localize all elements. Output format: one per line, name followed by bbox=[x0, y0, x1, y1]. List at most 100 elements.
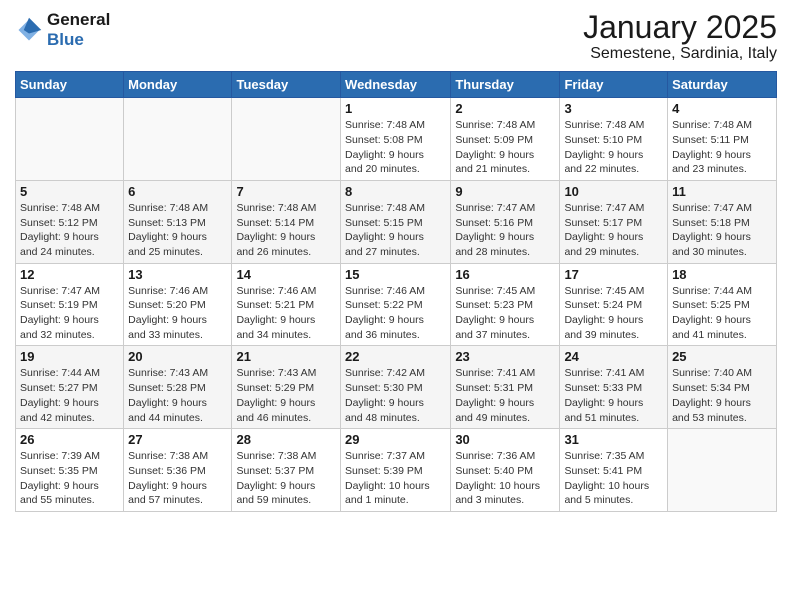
day-info: Sunrise: 7:48 AM Sunset: 5:09 PM Dayligh… bbox=[455, 118, 555, 177]
title-block: January 2025 Semestene, Sardinia, Italy bbox=[583, 10, 777, 63]
day-cell-27: 27Sunrise: 7:38 AM Sunset: 5:36 PM Dayli… bbox=[124, 429, 232, 512]
week-row-4: 19 Sunrise: 7:44 AM Sunset: 5:27 PM Dayli… bbox=[16, 346, 777, 429]
header: General Blue January 2025 Semestene, Sar… bbox=[15, 10, 777, 63]
weekday-header-saturday: Saturday bbox=[668, 72, 777, 98]
day-number: 1 bbox=[345, 101, 446, 116]
day-info: Sunrise: 7:43 AM Sunset: 5:28 PM Dayligh… bbox=[128, 366, 227, 425]
day-cell-24: 24Sunrise: 7:41 AM Sunset: 5:33 PM Dayli… bbox=[560, 346, 668, 429]
day-number: 28 bbox=[236, 432, 336, 447]
day-cell-11: 11Sunrise: 7:47 AM Sunset: 5:18 PM Dayli… bbox=[668, 180, 777, 263]
day-cell-26: 26 Sunrise: 7:39 AM Sunset: 5:35 PM Dayli… bbox=[16, 429, 124, 512]
day-cell-7: 7 Sunrise: 7:48 AM Sunset: 5:14 PM Daylig… bbox=[232, 180, 341, 263]
day-info: Sunrise: 7:44 AM Sunset: 5:27 PM Dayligh… bbox=[20, 366, 119, 425]
day-cell-25: 25Sunrise: 7:40 AM Sunset: 5:34 PM Dayli… bbox=[668, 346, 777, 429]
logo-text: General Blue bbox=[47, 10, 110, 49]
day-number: 4 bbox=[672, 101, 772, 116]
day-info: Sunrise: 7:48 AM Sunset: 5:11 PM Dayligh… bbox=[672, 118, 772, 177]
day-cell-31: 31Sunrise: 7:35 AM Sunset: 5:41 PM Dayli… bbox=[560, 429, 668, 512]
weekday-header-row: SundayMondayTuesdayWednesdayThursdayFrid… bbox=[16, 72, 777, 98]
month-title: January 2025 bbox=[583, 10, 777, 45]
day-info: Sunrise: 7:43 AM Sunset: 5:29 PM Dayligh… bbox=[236, 366, 336, 425]
day-number: 29 bbox=[345, 432, 446, 447]
day-number: 15 bbox=[345, 267, 446, 282]
day-info: Sunrise: 7:36 AM Sunset: 5:40 PM Dayligh… bbox=[455, 449, 555, 508]
day-number: 25 bbox=[672, 349, 772, 364]
day-cell-29: 29 Sunrise: 7:37 AM Sunset: 5:39 PM Dayli… bbox=[341, 429, 451, 512]
day-info: Sunrise: 7:48 AM Sunset: 5:08 PM Dayligh… bbox=[345, 118, 446, 177]
location: Semestene, Sardinia, Italy bbox=[583, 45, 777, 63]
day-cell-23: 23Sunrise: 7:41 AM Sunset: 5:31 PM Dayli… bbox=[451, 346, 560, 429]
day-cell-22: 22 Sunrise: 7:42 AM Sunset: 5:30 PM Dayli… bbox=[341, 346, 451, 429]
day-number: 17 bbox=[564, 267, 663, 282]
day-info: Sunrise: 7:38 AM Sunset: 5:37 PM Dayligh… bbox=[236, 449, 336, 508]
day-number: 11 bbox=[672, 184, 772, 199]
day-cell-12: 12Sunrise: 7:47 AM Sunset: 5:19 PM Dayli… bbox=[16, 263, 124, 346]
day-number: 6 bbox=[128, 184, 227, 199]
day-number: 22 bbox=[345, 349, 446, 364]
day-number: 18 bbox=[672, 267, 772, 282]
day-info: Sunrise: 7:47 AM Sunset: 5:16 PM Dayligh… bbox=[455, 201, 555, 260]
day-number: 5 bbox=[20, 184, 119, 199]
calendar-table: SundayMondayTuesdayWednesdayThursdayFrid… bbox=[15, 71, 777, 512]
day-info: Sunrise: 7:46 AM Sunset: 5:20 PM Dayligh… bbox=[128, 284, 227, 343]
day-cell-16: 16 Sunrise: 7:45 AM Sunset: 5:23 PM Dayli… bbox=[451, 263, 560, 346]
weekday-header-wednesday: Wednesday bbox=[341, 72, 451, 98]
weekday-header-friday: Friday bbox=[560, 72, 668, 98]
day-number: 2 bbox=[455, 101, 555, 116]
day-info: Sunrise: 7:48 AM Sunset: 5:12 PM Dayligh… bbox=[20, 201, 119, 260]
day-info: Sunrise: 7:45 AM Sunset: 5:23 PM Dayligh… bbox=[455, 284, 555, 343]
day-number: 16 bbox=[455, 267, 555, 282]
day-info: Sunrise: 7:47 AM Sunset: 5:17 PM Dayligh… bbox=[564, 201, 663, 260]
day-info: Sunrise: 7:41 AM Sunset: 5:33 PM Dayligh… bbox=[564, 366, 663, 425]
day-cell-21: 21 Sunrise: 7:43 AM Sunset: 5:29 PM Dayli… bbox=[232, 346, 341, 429]
day-info: Sunrise: 7:48 AM Sunset: 5:13 PM Dayligh… bbox=[128, 201, 227, 260]
day-number: 27 bbox=[128, 432, 227, 447]
day-number: 31 bbox=[564, 432, 663, 447]
day-cell-14: 14Sunrise: 7:46 AM Sunset: 5:21 PM Dayli… bbox=[232, 263, 341, 346]
day-cell-17: 17 Sunrise: 7:45 AM Sunset: 5:24 PM Dayli… bbox=[560, 263, 668, 346]
day-info: Sunrise: 7:45 AM Sunset: 5:24 PM Dayligh… bbox=[564, 284, 663, 343]
day-cell-2: 2 Sunrise: 7:48 AM Sunset: 5:09 PM Daylig… bbox=[451, 98, 560, 181]
day-info: Sunrise: 7:37 AM Sunset: 5:39 PM Dayligh… bbox=[345, 449, 446, 508]
weekday-header-tuesday: Tuesday bbox=[232, 72, 341, 98]
day-cell-5: 5 Sunrise: 7:48 AM Sunset: 5:12 PM Daylig… bbox=[16, 180, 124, 263]
day-number: 7 bbox=[236, 184, 336, 199]
week-row-3: 12Sunrise: 7:47 AM Sunset: 5:19 PM Dayli… bbox=[16, 263, 777, 346]
day-number: 21 bbox=[236, 349, 336, 364]
day-cell-15: 15Sunrise: 7:46 AM Sunset: 5:22 PM Dayli… bbox=[341, 263, 451, 346]
week-row-5: 26 Sunrise: 7:39 AM Sunset: 5:35 PM Dayli… bbox=[16, 429, 777, 512]
day-info: Sunrise: 7:46 AM Sunset: 5:21 PM Dayligh… bbox=[236, 284, 336, 343]
weekday-header-thursday: Thursday bbox=[451, 72, 560, 98]
day-cell-18: 18Sunrise: 7:44 AM Sunset: 5:25 PM Dayli… bbox=[668, 263, 777, 346]
day-cell-13: 13 Sunrise: 7:46 AM Sunset: 5:20 PM Dayli… bbox=[124, 263, 232, 346]
empty-cell bbox=[124, 98, 232, 181]
page-container: General Blue January 2025 Semestene, Sar… bbox=[0, 0, 792, 522]
day-number: 9 bbox=[455, 184, 555, 199]
day-cell-28: 28 Sunrise: 7:38 AM Sunset: 5:37 PM Dayli… bbox=[232, 429, 341, 512]
day-number: 30 bbox=[455, 432, 555, 447]
empty-cell bbox=[668, 429, 777, 512]
empty-cell bbox=[232, 98, 341, 181]
day-info: Sunrise: 7:48 AM Sunset: 5:14 PM Dayligh… bbox=[236, 201, 336, 260]
day-number: 23 bbox=[455, 349, 555, 364]
day-info: Sunrise: 7:39 AM Sunset: 5:35 PM Dayligh… bbox=[20, 449, 119, 508]
week-row-1: 1 Sunrise: 7:48 AM Sunset: 5:08 PM Daylig… bbox=[16, 98, 777, 181]
weekday-header-monday: Monday bbox=[124, 72, 232, 98]
weekday-header-sunday: Sunday bbox=[16, 72, 124, 98]
day-info: Sunrise: 7:48 AM Sunset: 5:15 PM Dayligh… bbox=[345, 201, 446, 260]
day-number: 10 bbox=[564, 184, 663, 199]
day-cell-6: 6 Sunrise: 7:48 AM Sunset: 5:13 PM Daylig… bbox=[124, 180, 232, 263]
day-number: 20 bbox=[128, 349, 227, 364]
day-info: Sunrise: 7:42 AM Sunset: 5:30 PM Dayligh… bbox=[345, 366, 446, 425]
day-number: 19 bbox=[20, 349, 119, 364]
day-info: Sunrise: 7:48 AM Sunset: 5:10 PM Dayligh… bbox=[564, 118, 663, 177]
day-cell-10: 10 Sunrise: 7:47 AM Sunset: 5:17 PM Dayli… bbox=[560, 180, 668, 263]
day-info: Sunrise: 7:47 AM Sunset: 5:19 PM Dayligh… bbox=[20, 284, 119, 343]
day-number: 26 bbox=[20, 432, 119, 447]
week-row-2: 5 Sunrise: 7:48 AM Sunset: 5:12 PM Daylig… bbox=[16, 180, 777, 263]
day-cell-4: 4 Sunrise: 7:48 AM Sunset: 5:11 PM Daylig… bbox=[668, 98, 777, 181]
day-number: 13 bbox=[128, 267, 227, 282]
day-number: 3 bbox=[564, 101, 663, 116]
day-cell-20: 20 Sunrise: 7:43 AM Sunset: 5:28 PM Dayli… bbox=[124, 346, 232, 429]
day-cell-19: 19 Sunrise: 7:44 AM Sunset: 5:27 PM Dayli… bbox=[16, 346, 124, 429]
